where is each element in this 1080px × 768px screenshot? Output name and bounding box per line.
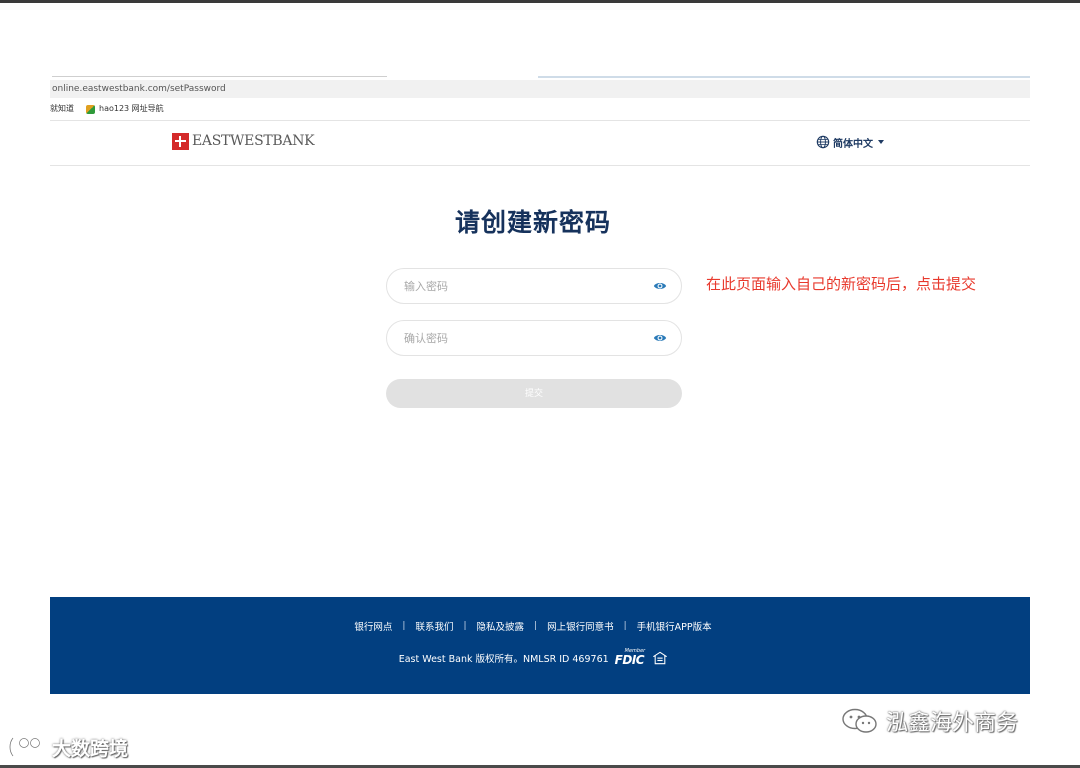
header-divider-top: [50, 120, 1030, 121]
bookmark-label: hao123 网址导航: [99, 104, 164, 113]
fdic-text: FDIC: [614, 653, 645, 667]
address-bar[interactable]: online.eastwestbank.com/setPassword: [50, 80, 1030, 98]
footer-separator: |: [402, 621, 406, 631]
brand-watermark-icon: [8, 737, 41, 757]
brand-watermark-text: 大数跨境: [52, 737, 129, 760]
language-selector[interactable]: 简体中文: [816, 134, 884, 150]
header-divider-bottom: [50, 165, 1030, 166]
submit-button[interactable]: 提交: [386, 379, 682, 408]
eye-icon[interactable]: [653, 331, 667, 345]
equal-housing-lender-icon: [653, 651, 668, 664]
eye-icon[interactable]: [653, 279, 667, 293]
footer-links: 银行网点 | 联系我们 | 隐私及披露 | 网上银行同意书 | 手机银行APP版…: [50, 619, 1016, 633]
confirm-password-field: [386, 320, 682, 356]
tab-strip-left: [52, 76, 387, 77]
tab-strip-right: [538, 76, 1030, 78]
wechat-icon: [842, 708, 877, 733]
password-field: [386, 268, 682, 304]
password-input[interactable]: [402, 270, 653, 302]
bookmark-label: 就知道: [50, 104, 74, 113]
chevron-down-icon: [878, 140, 884, 144]
confirm-password-input[interactable]: [402, 322, 653, 354]
east-west-bank-logo[interactable]: EASTWESTBANK: [172, 132, 315, 150]
bookmark-item-2[interactable]: hao123 网址导航: [86, 101, 164, 117]
logo-text: EASTWESTBANK: [192, 133, 315, 149]
footer: 银行网点 | 联系我们 | 隐私及披露 | 网上银行同意书 | 手机银行APP版…: [50, 597, 1030, 694]
bookmark-item-1[interactable]: 就知道: [50, 101, 74, 117]
footer-link-mobile-app-version[interactable]: 手机银行APP版本: [637, 619, 712, 633]
bookmark-icon: [86, 104, 95, 114]
copyright-text: East West Bank 版权所有。NMLSR ID 469761: [398, 653, 609, 665]
top-border: [0, 0, 1080, 3]
footer-separator: |: [623, 621, 627, 631]
address-url: online.eastwestbank.com/setPassword: [52, 84, 226, 94]
globe-icon: [816, 135, 830, 149]
instruction-annotation: 在此页面输入自己的新密码后，点击提交: [706, 275, 977, 293]
wechat-watermark: 泓鑫海外商务: [840, 705, 1018, 737]
footer-link-branches[interactable]: 银行网点: [354, 619, 392, 633]
brand-watermark: 大数跨境: [8, 733, 128, 761]
footer-separator: |: [463, 621, 467, 631]
footer-link-online-banking-agreement[interactable]: 网上银行同意书: [547, 619, 614, 633]
language-label: 简体中文: [833, 138, 873, 150]
bookmarks-bar: 就知道 hao123 网址导航: [50, 101, 1030, 117]
logo-mark-icon: [172, 132, 189, 150]
footer-legal: East West Bank 版权所有。NMLSR ID 469761 Memb…: [50, 649, 1016, 666]
footer-link-privacy[interactable]: 隐私及披露: [477, 619, 525, 633]
page-title: 请创建新密码: [454, 208, 611, 237]
wechat-watermark-text: 泓鑫海外商务: [886, 711, 1019, 736]
footer-separator: |: [534, 621, 538, 631]
fdic-logo: Member FDIC: [614, 649, 646, 667]
footer-link-contact[interactable]: 联系我们: [415, 619, 453, 633]
